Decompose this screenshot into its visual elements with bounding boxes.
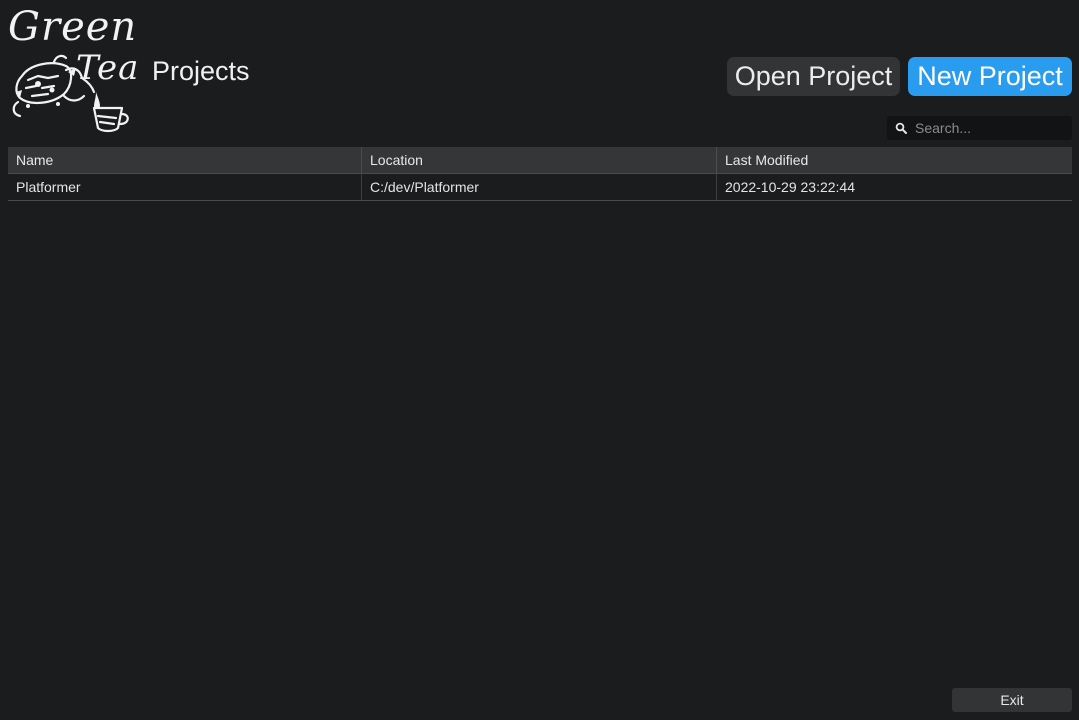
project-modified-cell: 2022-10-29 23:22:44: [725, 179, 855, 195]
project-manager-window: Green Tea Projects Open Project New Proj…: [0, 0, 1079, 720]
search-box[interactable]: [887, 116, 1072, 140]
exit-button[interactable]: Exit: [952, 688, 1072, 712]
column-header-location[interactable]: Location: [362, 147, 717, 173]
projects-table: Name Location Last Modified Platformer C…: [8, 147, 1072, 201]
search-icon: [895, 122, 907, 134]
logo-text-tea: Tea: [76, 48, 140, 88]
search-input[interactable]: [915, 116, 1065, 140]
open-project-button[interactable]: Open Project: [727, 57, 900, 96]
column-header-last-modified[interactable]: Last Modified: [717, 147, 1072, 173]
table-header: Name Location Last Modified: [8, 147, 1072, 174]
table-row[interactable]: Platformer C:/dev/Platformer 2022-10-29 …: [8, 174, 1072, 201]
page-title: Projects: [152, 56, 250, 86]
logo-text-green: Green: [8, 4, 138, 50]
project-name-cell: Platformer: [8, 174, 362, 200]
new-project-button[interactable]: New Project: [908, 57, 1072, 96]
green-tea-logo-icon: Green Tea: [8, 4, 140, 134]
project-location-cell: C:/dev/Platformer: [362, 174, 717, 200]
column-header-name[interactable]: Name: [8, 147, 362, 173]
